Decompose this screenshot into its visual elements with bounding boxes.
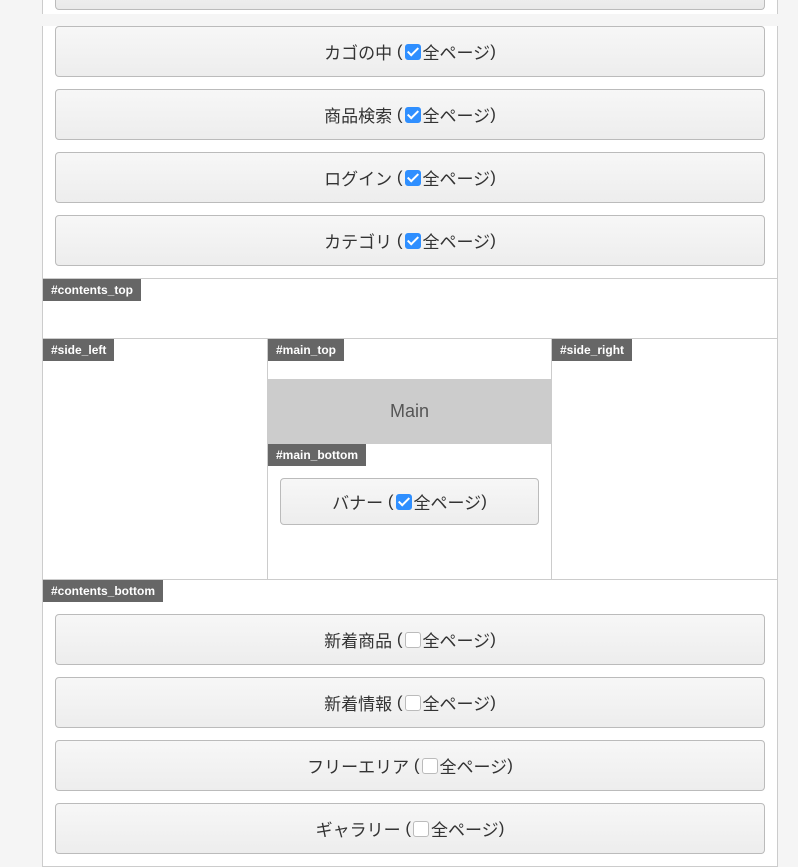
- layout-block[interactable]: カテゴリ (全ページ): [55, 215, 765, 266]
- all-pages-checkbox[interactable]: [405, 107, 421, 123]
- all-pages-checkbox[interactable]: [405, 695, 421, 711]
- side-left-label: #side_left: [43, 339, 114, 361]
- all-pages-checkbox[interactable]: [405, 170, 421, 186]
- all-pages-label: 全ページ: [414, 494, 482, 513]
- all-pages-checkbox[interactable]: [405, 632, 421, 648]
- contents-top-region: #contents_top: [43, 278, 777, 338]
- layout-block[interactable]: 新着商品 (全ページ): [55, 614, 765, 665]
- side-right-region: #side_right: [552, 339, 777, 579]
- all-pages-label: 全ページ: [423, 170, 491, 189]
- all-pages-label: 全ページ: [423, 632, 491, 651]
- main-center-placeholder: Main: [268, 379, 551, 444]
- all-pages-label: 全ページ: [423, 107, 491, 126]
- side-right-label: #side_right: [552, 339, 632, 361]
- main-top-label: #main_top: [268, 339, 344, 361]
- block-name: ログイン: [324, 170, 392, 189]
- layout-block[interactable]: カゴの中 (全ページ): [55, 26, 765, 77]
- contents-bottom-label: #contents_bottom: [43, 580, 163, 602]
- block-name: カゴの中: [324, 44, 392, 63]
- layout-block[interactable]: ログイン (全ページ): [55, 152, 765, 203]
- contents-bottom-region: #contents_bottom 新着商品 (全ページ) 新着情報 (全ページ) フ…: [43, 579, 777, 866]
- three-column-layout: #side_left #main_top Main #main_bottom バ…: [43, 338, 777, 579]
- block-name: 新着商品: [324, 632, 392, 651]
- layout-block[interactable]: 新着情報 (全ページ): [55, 677, 765, 728]
- all-pages-label: 全ページ: [431, 821, 499, 840]
- layout-block[interactable]: 商品検索 (全ページ): [55, 89, 765, 140]
- side-left-region: #side_left: [43, 339, 268, 579]
- all-pages-label: 全ページ: [423, 233, 491, 252]
- block-name: ギャラリー: [316, 821, 401, 840]
- all-pages-label: 全ページ: [440, 758, 508, 777]
- main-bottom-region: #main_bottom バナー (全ページ): [268, 444, 551, 541]
- layout-block[interactable]: バナー (全ページ): [280, 478, 539, 525]
- contents-top-label: #contents_top: [43, 279, 141, 301]
- block-name: カテゴリ: [324, 233, 392, 252]
- main-top-region: #main_top: [268, 339, 551, 379]
- partial-previous-section: [42, 0, 778, 14]
- main-region: #main_top Main #main_bottom バナー (全ページ): [268, 339, 552, 579]
- all-pages-checkbox[interactable]: [396, 494, 412, 510]
- block-name: 新着情報: [324, 695, 392, 714]
- block-name: フリーエリア: [307, 758, 409, 777]
- all-pages-label: 全ページ: [423, 695, 491, 714]
- block-name: 商品検索: [324, 107, 392, 126]
- block-name: バナー: [332, 494, 383, 513]
- header-blocks-stack: カゴの中 (全ページ) 商品検索 (全ページ) ログイン (全ページ) カテゴリ (全…: [43, 26, 777, 278]
- all-pages-checkbox[interactable]: [405, 233, 421, 249]
- main-bottom-label: #main_bottom: [268, 444, 366, 466]
- all-pages-label: 全ページ: [423, 44, 491, 63]
- all-pages-checkbox[interactable]: [405, 44, 421, 60]
- all-pages-checkbox[interactable]: [422, 758, 438, 774]
- layout-block[interactable]: フリーエリア (全ページ): [55, 740, 765, 791]
